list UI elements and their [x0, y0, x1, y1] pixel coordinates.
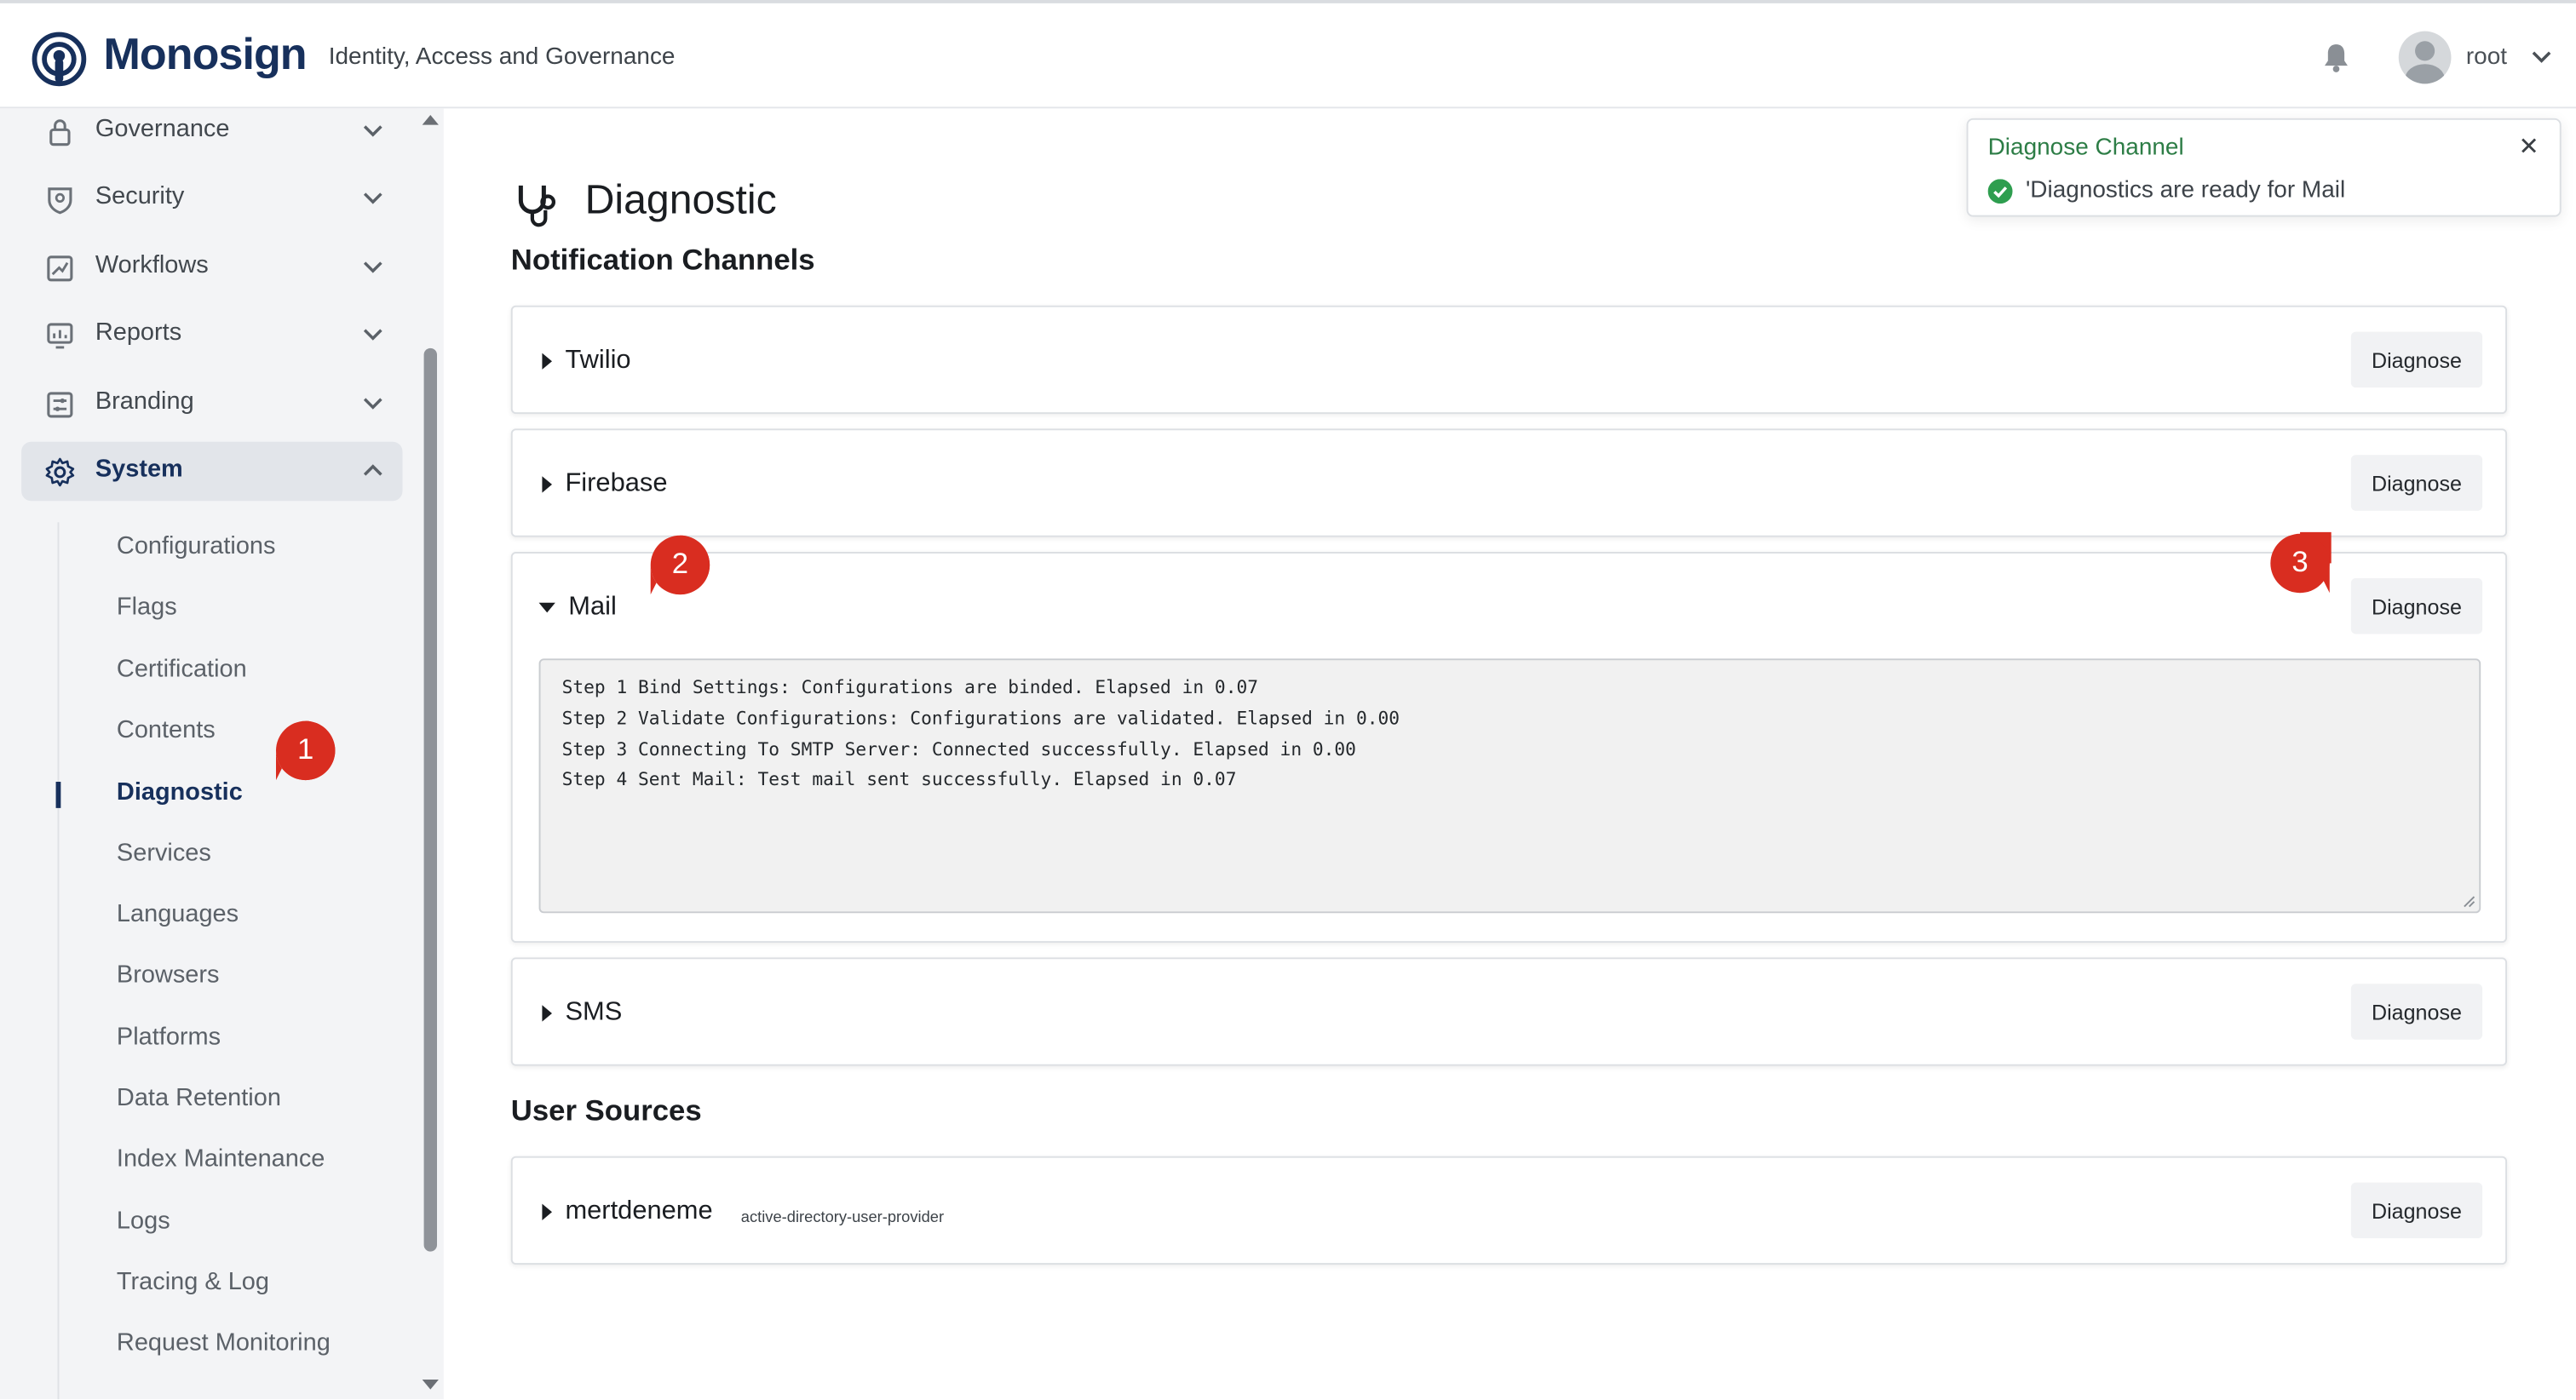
bell-icon[interactable]: [2320, 41, 2353, 74]
sidebar-subitem-services[interactable]: Services: [117, 840, 211, 868]
chevron-down-icon: [363, 192, 382, 204]
brand-tagline: Identity, Access and Governance: [328, 44, 676, 71]
chevron-down-icon: [363, 398, 382, 410]
resize-handle-icon[interactable]: [2463, 895, 2475, 908]
diagnose-button-twilio[interactable]: Diagnose: [2350, 331, 2483, 388]
channel-name[interactable]: SMS: [565, 999, 622, 1029]
diagnose-button-sms[interactable]: Diagnose: [2350, 984, 2483, 1040]
sidebar-subitem-platforms[interactable]: Platforms: [117, 1024, 221, 1052]
marker-number: 2: [671, 547, 689, 580]
toast-title: Diagnose Channel: [1987, 135, 2184, 162]
sidebar-item-label: Security: [95, 182, 185, 210]
sidebar-item-reports[interactable]: Reports: [21, 306, 402, 364]
sidebar-subitem-data-retention[interactable]: Data Retention: [117, 1084, 281, 1112]
marker-number: 1: [297, 732, 314, 766]
workflow-icon: [47, 255, 73, 282]
sidebar-item-label: Governance: [95, 115, 230, 143]
user-sources-heading: User Sources: [510, 1093, 702, 1127]
caret-right-icon[interactable]: [542, 1005, 553, 1022]
channel-name[interactable]: Firebase: [565, 470, 667, 500]
stethoscope-icon: [518, 185, 556, 227]
branding-icon: [47, 392, 73, 418]
diagnose-button-mertdeneme[interactable]: Diagnose: [2350, 1182, 2483, 1239]
user-source-panel-mertdeneme: mertdeneme active-directory-user-provide…: [510, 1156, 2508, 1265]
monosign-logo-icon[interactable]: [32, 32, 88, 88]
close-icon[interactable]: ✕: [2519, 131, 2539, 161]
top-header: Monosign Identity, Access and Governance…: [0, 0, 2576, 109]
toast-message: 'Diagnostics are ready for Mail: [2025, 177, 2346, 204]
chevron-down-icon[interactable]: [2530, 48, 2553, 67]
diagnose-button-firebase[interactable]: Diagnose: [2350, 455, 2483, 511]
chevron-down-icon: [363, 125, 382, 137]
sidebar-item-label: Branding: [95, 387, 194, 416]
marker-number: 3: [2291, 545, 2309, 578]
brand-name[interactable]: Monosign: [104, 30, 308, 81]
sidebar-scrollbar-thumb[interactable]: [423, 347, 438, 1252]
subnav-divider: [57, 522, 60, 1400]
avatar-icon[interactable]: [2398, 31, 2452, 84]
toast-notification: Diagnose Channel ✕ 'Diagnostics are read…: [1966, 118, 2562, 217]
channel-name[interactable]: Mail: [568, 593, 617, 623]
channel-panel-sms: SMS Diagnose: [510, 957, 2508, 1066]
sidebar-item-label: System: [95, 455, 183, 484]
output-line: Step 3 Connecting To SMTP Server: Connec…: [561, 738, 1356, 760]
output-line: Step 1 Bind Settings: Configurations are…: [561, 676, 1259, 698]
chevron-up-icon: [363, 464, 382, 476]
caret-down-icon[interactable]: [538, 602, 555, 613]
user-source-type: active-directory-user-provider: [740, 1208, 945, 1227]
output-line: Step 2 Validate Configurations: Configur…: [561, 707, 1400, 729]
sidebar-subitem-logs[interactable]: Logs: [117, 1208, 170, 1236]
sidebar-subitem-tracing-log[interactable]: Tracing & Log: [117, 1268, 269, 1296]
sidebar: [0, 108, 444, 1400]
channel-panel-firebase: Firebase Diagnose: [510, 428, 2508, 537]
annotation-marker-1: 1: [274, 720, 336, 782]
shield-icon: [48, 187, 72, 215]
sidebar-item-branding[interactable]: Branding: [21, 375, 402, 433]
annotation-marker-2: 2: [649, 534, 711, 596]
scroll-down-arrow-icon[interactable]: [422, 1380, 439, 1390]
gear-icon: [45, 457, 75, 487]
chevron-down-icon: [363, 329, 382, 341]
sidebar-subitem-request-monitoring[interactable]: Request Monitoring: [117, 1328, 331, 1357]
channel-panel-twilio: Twilio Diagnose: [510, 305, 2508, 415]
caret-right-icon[interactable]: [542, 476, 553, 493]
notification-channels-heading: Notification Channels: [510, 243, 815, 277]
sidebar-item-label: Workflows: [95, 251, 209, 279]
check-circle-icon: [1987, 179, 2013, 204]
sidebar-subitem-certification[interactable]: Certification: [117, 656, 247, 684]
caret-right-icon[interactable]: [542, 353, 553, 370]
caret-right-icon[interactable]: [542, 1203, 553, 1220]
sidebar-item-security[interactable]: Security: [21, 169, 402, 228]
channel-name[interactable]: Twilio: [565, 347, 630, 376]
sidebar-item-system[interactable]: System: [21, 441, 403, 502]
diagnostic-output-textarea[interactable]: Step 1 Bind Settings: Configurations are…: [538, 658, 2481, 914]
username[interactable]: root: [2466, 44, 2507, 71]
sidebar-subitem-configurations[interactable]: Configurations: [117, 532, 276, 560]
chevron-down-icon: [363, 261, 382, 273]
diagnose-button-mail[interactable]: Diagnose: [2350, 577, 2483, 634]
annotation-marker-3: 3: [2268, 504, 2360, 594]
sidebar-item-workflows[interactable]: Workflows: [21, 238, 402, 297]
reports-icon: [47, 323, 73, 349]
user-source-name[interactable]: mertdeneme: [565, 1197, 712, 1227]
channel-panel-mail: Mail Diagnose Step 1 Bind Settings: Conf…: [510, 552, 2508, 944]
scroll-up-arrow-icon[interactable]: [422, 115, 439, 125]
sidebar-subitem-browsers[interactable]: Browsers: [117, 961, 220, 989]
sidebar-item-label: Reports: [95, 318, 182, 347]
sidebar-item-governance[interactable]: Governance: [21, 102, 402, 161]
sidebar-subitem-flags[interactable]: Flags: [117, 593, 177, 621]
page-title: Diagnostic: [584, 177, 777, 224]
sidebar-subitem-languages[interactable]: Languages: [117, 900, 239, 928]
lock-icon: [49, 119, 71, 146]
output-line: Step 4 Sent Mail: Test mail sent success…: [561, 769, 1237, 791]
sidebar-subitem-index-maintenance[interactable]: Index Maintenance: [117, 1145, 325, 1173]
sidebar-subitem-diagnostic[interactable]: Diagnostic: [117, 778, 243, 806]
sidebar-subitem-contents[interactable]: Contents: [117, 716, 216, 744]
active-indicator: [55, 782, 61, 808]
